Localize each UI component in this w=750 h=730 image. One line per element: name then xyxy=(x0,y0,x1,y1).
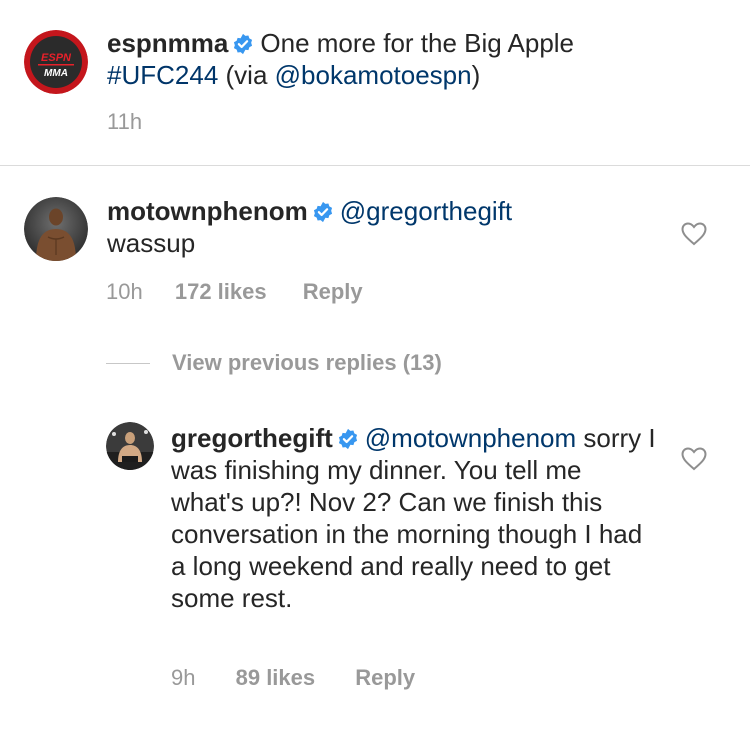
reply-timestamp: 9h xyxy=(171,665,196,690)
mma-logo-text: MMA xyxy=(44,68,68,79)
caption-via-suffix: ) xyxy=(471,60,481,90)
view-previous-replies-label[interactable]: View previous replies (13) xyxy=(172,350,442,376)
post-caption: ESPN MMA espnmma One more for the Big Ap… xyxy=(0,0,750,166)
comment-meta: 10h 172 likes Reply xyxy=(106,279,363,305)
reply-meta: 9h 89 likes Reply xyxy=(171,665,415,691)
comment-mention[interactable]: @gregorthegift xyxy=(340,196,512,226)
caption-via-mention[interactable]: @bokamotoespn xyxy=(275,60,472,90)
view-previous-replies[interactable]: View previous replies (13) xyxy=(106,348,442,378)
reply-text: gregorthegift @motownphenom sorry I was … xyxy=(171,422,656,614)
espnmma-avatar[interactable]: ESPN MMA xyxy=(24,30,88,94)
reply-likes[interactable]: 89 likes xyxy=(236,665,316,691)
replies-line xyxy=(106,362,150,364)
reply-username[interactable]: gregorthegift xyxy=(171,423,333,453)
caption-body: One more for the Big Apple xyxy=(260,28,575,58)
caption-timestamp: 11h xyxy=(107,109,143,134)
verified-badge-icon xyxy=(338,428,357,450)
verified-badge-icon xyxy=(313,201,332,223)
reply-mention[interactable]: @motownphenom xyxy=(365,423,576,453)
comment-likes[interactable]: 172 likes xyxy=(175,279,267,305)
comment-text: motownphenom @gregorthegift wassup xyxy=(107,195,667,259)
heart-icon[interactable] xyxy=(681,222,707,246)
verified-badge-icon xyxy=(234,33,253,55)
comment-reply-button[interactable]: Reply xyxy=(303,279,363,305)
caption-username[interactable]: espnmma xyxy=(107,28,228,58)
user-photo-icon xyxy=(24,197,88,261)
caption-hashtag[interactable]: #UFC244 xyxy=(107,60,218,90)
comment-username[interactable]: motownphenom xyxy=(107,196,308,226)
user-photo-icon xyxy=(106,422,154,470)
espn-logo-text: ESPN xyxy=(41,52,72,64)
heart-icon[interactable] xyxy=(681,447,707,471)
reply-reply-button[interactable]: Reply xyxy=(355,665,415,691)
comment-body: wassup xyxy=(107,228,196,258)
caption-via-prefix: (via xyxy=(225,60,275,90)
divider xyxy=(0,165,750,166)
caption-text: espnmma One more for the Big Apple #UFC2… xyxy=(107,27,727,91)
motownphenom-avatar[interactable] xyxy=(24,197,88,261)
comment-timestamp: 10h xyxy=(106,279,143,304)
gregorthegift-avatar[interactable] xyxy=(106,422,154,470)
espn-mma-logo: ESPN MMA xyxy=(24,30,88,94)
